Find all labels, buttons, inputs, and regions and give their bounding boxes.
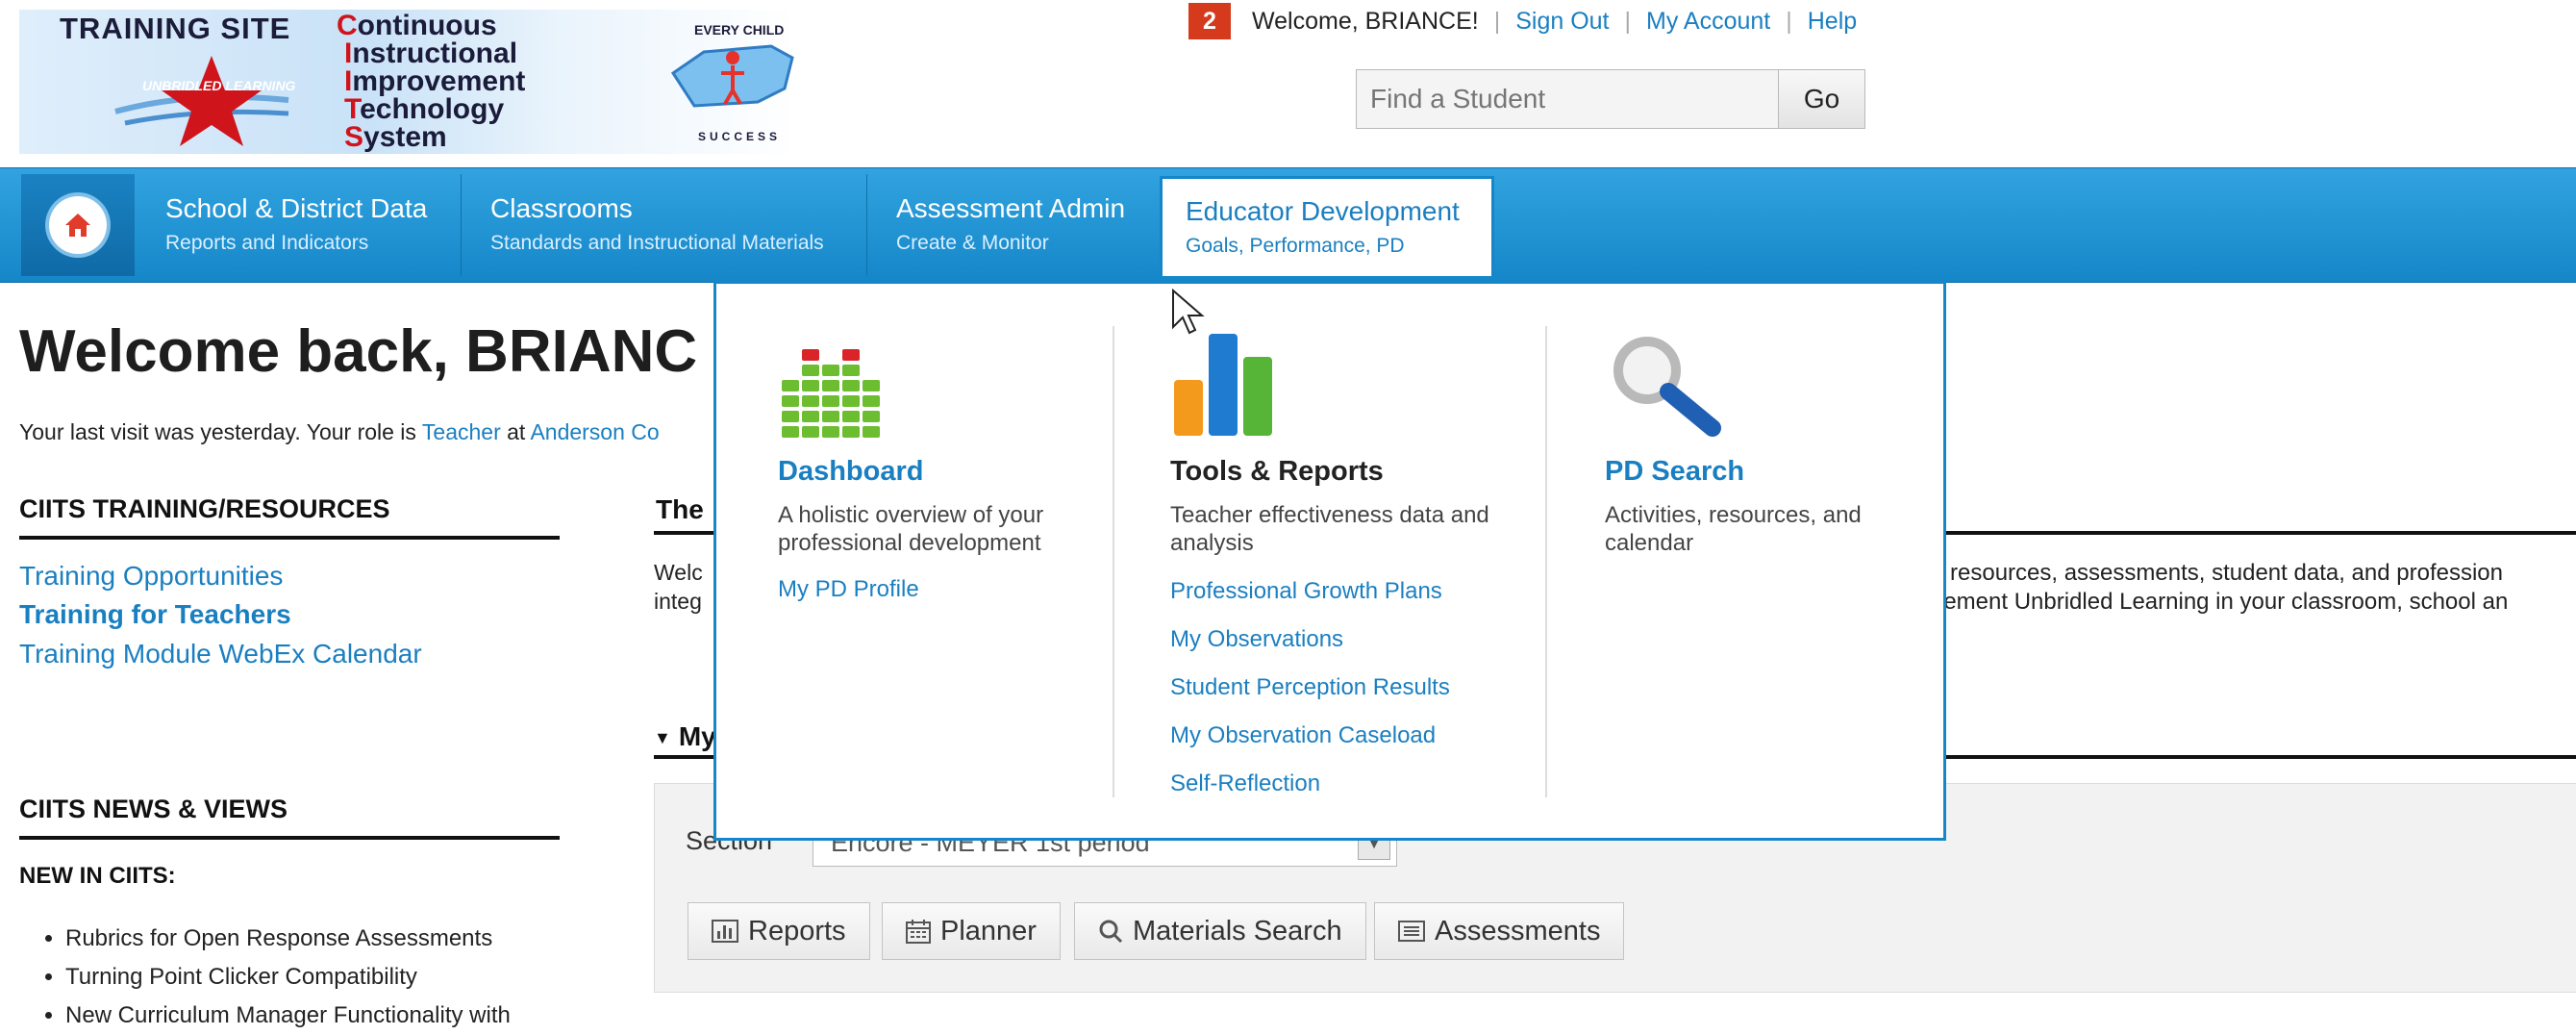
- main-section-heading: The: [656, 494, 704, 524]
- list-item[interactable]: Rubrics for Open Response Assessments: [65, 920, 511, 958]
- nav-item-subtitle: Standards and Instructional Materials: [490, 232, 824, 254]
- find-student-go-button[interactable]: Go: [1778, 70, 1864, 128]
- news-heading: CIITS NEWS & VIEWS: [19, 795, 560, 840]
- planner-button[interactable]: Planner: [882, 902, 1061, 960]
- nav-item-title: Assessment Admin: [896, 193, 1126, 223]
- list-icon: [1398, 921, 1425, 942]
- bar-chart-icon: [1174, 334, 1272, 436]
- every-child-logo-icon: EVERY CHILD SUCCESS: [670, 22, 794, 143]
- intro-text: l resources, assessments, student data, …: [1938, 560, 2503, 586]
- pd-search-column: PD Search Activities, resources, and cal…: [1605, 330, 1932, 557]
- webex-calendar-link[interactable]: Training Module WebEx Calendar: [19, 639, 422, 669]
- nav-item-subtitle: Goals, Performance, PD: [1186, 235, 1405, 257]
- nav-item-subtitle: Reports and Indicators: [165, 232, 369, 254]
- nav-assessment-admin[interactable]: Assessment Admin Create & Monitor: [871, 174, 1160, 276]
- tools-reports-description: Teacher effectiveness data and analysis: [1170, 502, 1489, 556]
- pd-search-description: Activities, resources, and calendar: [1605, 502, 1862, 556]
- school-link[interactable]: Anderson Co: [530, 419, 659, 444]
- magnifier-icon: [1613, 337, 1721, 437]
- educator-development-menu: Dashboard A holistic overview of your pr…: [713, 281, 1946, 841]
- nav-item-subtitle: Create & Monitor: [896, 232, 1049, 254]
- tools-reports-column: Tools & Reports Teacher effectiveness da…: [1170, 330, 1497, 797]
- nav-school-district-data[interactable]: School & District Data Reports and Indic…: [140, 174, 462, 276]
- reports-button[interactable]: Reports: [688, 902, 870, 960]
- news-list: Rubrics for Open Response Assessments Tu…: [42, 920, 511, 1035]
- ciits-logo[interactable]: TRAINING SITE UNBRIDLED LEARNING Continu…: [19, 10, 796, 154]
- sign-out-link[interactable]: Sign Out: [1515, 8, 1609, 36]
- assessments-button[interactable]: Assessments: [1374, 902, 1625, 960]
- menu-divider: [1113, 326, 1114, 797]
- caret-down-icon: ▼: [654, 728, 671, 748]
- home-icon: [49, 196, 107, 254]
- my-observation-caseload-link[interactable]: My Observation Caseload: [1170, 722, 1497, 749]
- list-item[interactable]: New Curriculum Manager Functionality wit…: [65, 997, 511, 1035]
- intro-text: integ: [654, 589, 702, 614]
- my-classes-toggle[interactable]: ▼ My: [654, 721, 716, 752]
- training-opportunities-link[interactable]: Training Opportunities: [19, 561, 283, 592]
- link-divider: |: [1493, 7, 1501, 35]
- pd-search-link[interactable]: PD Search: [1605, 456, 1932, 488]
- link-divider: |: [1786, 7, 1792, 35]
- main-navigation: School & District Data Reports and Indic…: [0, 167, 2576, 283]
- nav-classrooms[interactable]: Classrooms Standards and Instructional M…: [465, 174, 867, 276]
- find-student-form: Go: [1356, 69, 1865, 129]
- nav-item-title: Educator Development: [1186, 196, 1460, 226]
- intro-text: Welc: [654, 560, 703, 585]
- notification-badge[interactable]: 2: [1188, 3, 1231, 39]
- professional-growth-plans-link[interactable]: Professional Growth Plans: [1170, 578, 1497, 605]
- welcome-user-text: Welcome, BRIANCE!: [1252, 7, 1479, 35]
- list-item[interactable]: Turning Point Clicker Compatibility: [65, 958, 511, 997]
- dashboard-equalizer-icon: [782, 349, 880, 438]
- search-icon: [1099, 920, 1123, 944]
- last-visit-text: Your last visit was yesterday. Your role…: [19, 419, 660, 444]
- dashboard-column: Dashboard A holistic overview of your pr…: [778, 330, 1105, 603]
- logo-title-words: Continuous Instructional Improvement Tec…: [337, 10, 526, 153]
- bar-chart-icon: [712, 920, 738, 943]
- dashboard-description: A holistic overview of your professional…: [778, 502, 1044, 556]
- tools-reports-title: Tools & Reports: [1170, 456, 1384, 487]
- home-button[interactable]: [21, 174, 135, 276]
- training-for-teachers-link[interactable]: Training for Teachers: [19, 599, 291, 630]
- page-title: Welcome back, BRIANC: [19, 318, 698, 385]
- help-link[interactable]: Help: [1808, 8, 1857, 36]
- new-in-ciits-label: NEW IN CIITS:: [19, 863, 176, 889]
- account-links: 2 Welcome, BRIANCE! | Sign Out | My Acco…: [1188, 3, 1857, 39]
- dashboard-link[interactable]: Dashboard: [778, 456, 1105, 488]
- mouse-pointer-icon: [1172, 289, 1205, 335]
- my-account-link[interactable]: My Account: [1646, 8, 1770, 36]
- link-divider: |: [1624, 7, 1632, 35]
- logo-star-text: UNBRIDLED LEARNING: [142, 78, 296, 93]
- logo-child-text: EVERY CHILD: [694, 22, 784, 38]
- nav-educator-development[interactable]: Educator Development Goals, Performance,…: [1160, 176, 1494, 276]
- find-student-input[interactable]: [1357, 70, 1778, 128]
- intro-text: lement Unbridled Learning in your classr…: [1938, 589, 2509, 615]
- my-pd-profile-link[interactable]: My PD Profile: [778, 576, 1105, 603]
- calendar-icon: [906, 920, 931, 944]
- logo-training-site: TRAINING SITE: [60, 12, 291, 45]
- materials-search-button[interactable]: Materials Search: [1074, 902, 1366, 960]
- my-observations-link[interactable]: My Observations: [1170, 626, 1497, 653]
- role-link[interactable]: Teacher: [422, 419, 501, 444]
- resources-heading: CIITS TRAINING/RESOURCES: [19, 494, 560, 540]
- nav-item-title: Classrooms: [490, 193, 633, 223]
- logo-child-sub: SUCCESS: [698, 130, 781, 143]
- menu-divider: [1545, 326, 1547, 797]
- student-perception-results-link[interactable]: Student Perception Results: [1170, 674, 1497, 701]
- self-reflection-link[interactable]: Self-Reflection: [1170, 770, 1497, 797]
- unbridled-learning-star-icon: UNBRIDLED LEARNING: [114, 56, 296, 146]
- nav-item-title: School & District Data: [165, 193, 428, 223]
